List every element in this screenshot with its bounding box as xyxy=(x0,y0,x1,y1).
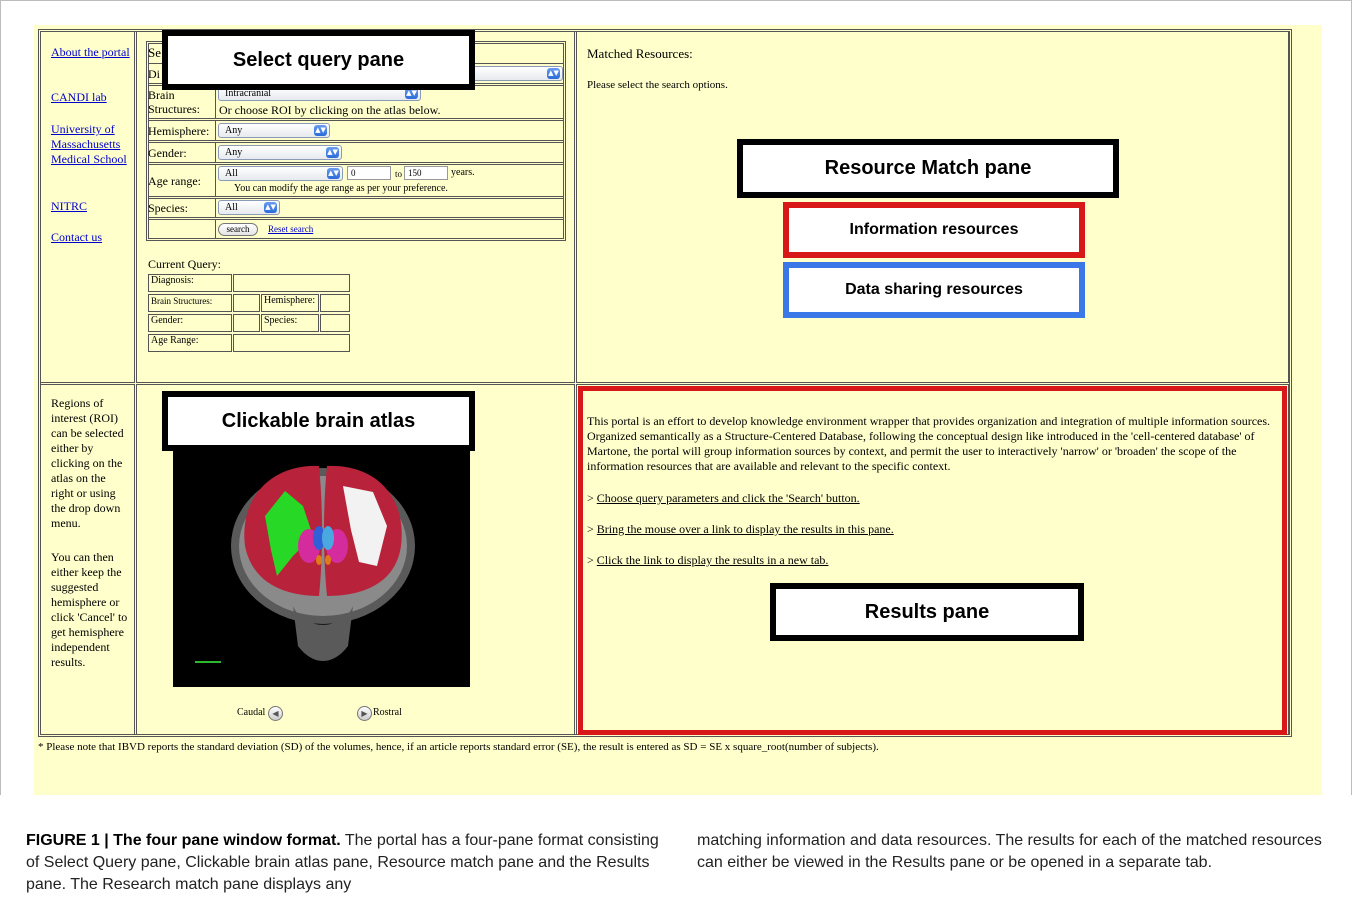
information-resources-callout: Information resources xyxy=(783,202,1085,258)
diagnosis-label: Di xyxy=(148,67,160,81)
data-sharing-resources-callout: Data sharing resources xyxy=(783,262,1085,318)
matched-resources-title: Matched Resources: xyxy=(587,46,693,61)
select-arrow-icon: ▲▼ xyxy=(326,147,339,158)
select-arrow-icon: ▲▼ xyxy=(264,202,277,213)
cq-hemisphere-label: Hemisphere: xyxy=(261,294,319,312)
footnote: * Please note that IBVD reports the stan… xyxy=(38,741,879,753)
caption-right: matching information and data resources.… xyxy=(697,832,1322,871)
nav-link-about[interactable]: About the portal xyxy=(51,45,131,60)
cq-gender-label: Gender: xyxy=(148,314,232,332)
nav-link-contact[interactable]: Contact us xyxy=(51,230,131,245)
select-arrow-icon: ▲▼ xyxy=(547,68,560,79)
cq-species-label: Species: xyxy=(261,314,319,332)
caudal-arrow-icon[interactable]: ◀ xyxy=(268,706,283,721)
nav-link-nitrc[interactable]: NITRC xyxy=(51,199,131,214)
age-unit-label: years. xyxy=(451,167,475,178)
roi-hemisphere-help-text: You can then either keep the suggested h… xyxy=(51,550,128,669)
select-query-callout: Select query pane xyxy=(162,30,475,90)
diagnosis-select[interactable]: ▲▼ xyxy=(470,66,563,81)
roi-help-text: Regions of interest (ROI) can be selecte… xyxy=(51,396,124,530)
query-form-title: Se xyxy=(148,45,161,60)
gender-label: Gender: xyxy=(148,146,187,160)
species-select[interactable]: All ▲▼ xyxy=(218,200,280,215)
cq-gender-value xyxy=(233,314,260,332)
species-row xyxy=(148,198,564,218)
hemisphere-row xyxy=(148,120,564,141)
cq-species-value xyxy=(320,314,350,332)
age-range-label: Age range: xyxy=(148,174,201,188)
caudal-label: Caudal xyxy=(237,707,266,718)
gender-row xyxy=(148,142,564,163)
cq-brain-value xyxy=(233,294,260,312)
brain-structures-label: Brain Structures: xyxy=(148,88,200,116)
cq-brain-label: Brain Structures: xyxy=(148,294,232,312)
current-query-title: Current Query: xyxy=(148,257,221,271)
rostral-label: Rostral xyxy=(373,707,402,718)
search-actions-row xyxy=(148,219,564,239)
hemisphere-select[interactable]: Any ▲▼ xyxy=(218,123,330,138)
cq-age-label: Age Range: xyxy=(148,334,232,352)
matched-resources-message: Please select the search options. xyxy=(587,79,728,91)
brain-atlas-image[interactable] xyxy=(173,446,470,687)
hemisphere-label: Hemisphere: xyxy=(148,124,210,138)
cq-diagnosis-label: Diagnosis: xyxy=(148,274,232,292)
gender-select[interactable]: Any ▲▼ xyxy=(218,145,342,160)
resource-match-callout: Resource Match pane xyxy=(737,139,1119,198)
coronal-brain-slice xyxy=(173,446,470,687)
age-range-select[interactable]: All ▲▼ xyxy=(218,166,343,181)
nav-link-umass[interactable]: University of Massachusetts Medical Scho… xyxy=(51,122,131,167)
cq-diagnosis-value xyxy=(233,274,350,292)
results-pane-callout: Results pane xyxy=(770,583,1084,641)
rostral-arrow-icon[interactable]: ▶ xyxy=(357,706,372,721)
age-max-input[interactable]: 150 xyxy=(404,166,448,180)
age-to-label: to xyxy=(395,169,403,179)
brain-structures-hint: Or choose ROI by clicking on the atlas b… xyxy=(219,103,441,117)
age-range-hint: You can modify the age range as per your… xyxy=(234,183,448,194)
species-label: Species: xyxy=(148,201,188,215)
nav-link-candi-lab[interactable]: CANDI lab xyxy=(51,90,131,105)
cq-hemisphere-value xyxy=(320,294,350,312)
select-arrow-icon: ▲▼ xyxy=(314,125,327,136)
caption-left: FIGURE 1 | The four pane window format. … xyxy=(26,832,659,893)
cq-age-value xyxy=(233,334,350,352)
select-arrow-icon: ▲▼ xyxy=(327,168,340,179)
brain-atlas-callout: Clickable brain atlas xyxy=(162,391,475,451)
reset-search-link[interactable]: Reset search xyxy=(268,224,313,235)
age-min-input[interactable]: 0 xyxy=(347,166,391,180)
search-button[interactable]: search xyxy=(218,223,258,236)
results-pane-highlight xyxy=(578,386,1287,735)
